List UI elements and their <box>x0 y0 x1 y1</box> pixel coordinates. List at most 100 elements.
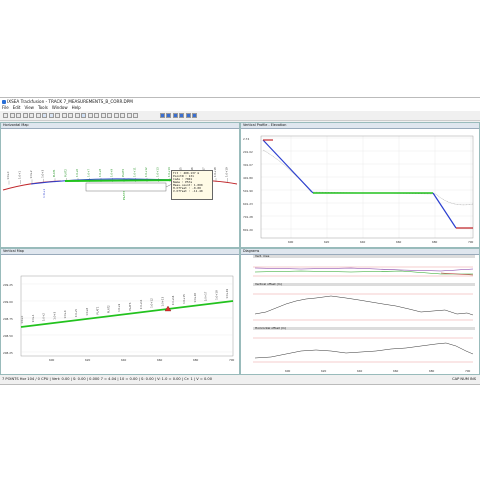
toolbar-button[interactable] <box>159 112 165 118</box>
toolbar-button[interactable] <box>107 112 112 118</box>
toolbar-button[interactable] <box>126 112 132 118</box>
toolbar-button[interactable] <box>42 112 47 118</box>
station-label: PLAT1 <box>96 306 100 314</box>
toolbar-button[interactable] <box>179 112 184 118</box>
station-label: 1:0+13 <box>160 297 164 307</box>
station-label: 1:0+0 <box>20 315 24 323</box>
toolbar-button[interactable] <box>113 112 119 118</box>
station-label: 1:0+6 <box>85 307 89 315</box>
x-tick-label: 700 <box>229 358 235 362</box>
x-tick-label: 640 <box>360 240 366 244</box>
diagram-2 <box>253 293 474 321</box>
toolbar-button[interactable] <box>35 112 41 118</box>
station-label: PLAT3 <box>128 302 132 310</box>
vertical-map-pane[interactable]: Vertical Map 1:0+0 1:0+1 1:0+2 1:0+3 1:0+4 1:… <box>0 248 240 375</box>
window-title: IXSEA Trackfusion - TRACK 7_MEASUREMENTS… <box>7 99 133 104</box>
station-label: 1:0+8 <box>98 169 102 177</box>
toolbar-button[interactable] <box>81 112 86 118</box>
station-label: 1:0+9 <box>110 169 114 177</box>
station-label: 1:0+2 <box>29 170 33 178</box>
diagram-3 <box>253 337 474 363</box>
y-tick-label: 501.90 <box>243 189 253 193</box>
vertical-profile-grid <box>260 135 474 239</box>
station-label: 1:0+7 <box>87 169 91 177</box>
y-tick-label: 201.02 <box>243 150 253 154</box>
x-tick-label: 600 <box>285 369 291 373</box>
toolbar-button[interactable] <box>166 112 171 118</box>
station-label: 1:0+14 <box>171 295 175 305</box>
toolbar-button[interactable] <box>133 112 138 118</box>
toolbar-button[interactable] <box>16 112 21 118</box>
station-label: 1:0+19 <box>225 167 229 177</box>
toolbar-button[interactable] <box>3 112 8 118</box>
station-label: 1:0+6 <box>75 169 79 177</box>
toolbar-button[interactable] <box>87 112 93 118</box>
x-tick-label: 700 <box>465 369 471 373</box>
y-tick-label: 2.74 <box>243 137 249 141</box>
x-tick-label: 600 <box>288 240 294 244</box>
status-bar: 7 POINTS Hor 104 / 0 CPU | Vert: 0.00 | … <box>0 375 480 384</box>
toolbar-button[interactable] <box>68 112 73 118</box>
selection-box <box>85 182 167 192</box>
station-label: PLAT2 <box>106 305 110 313</box>
svg-text:PLAT3: PLAT3 <box>122 191 126 200</box>
toolbar-button[interactable] <box>55 112 60 118</box>
vertical-profile-canvas[interactable]: 2.74 201.02 301.07 401.80 501.90 601.23 701.28… <box>241 128 479 247</box>
vertical-profile-pane[interactable]: Vertical Profile - Elevation 2.74 201.02 3… <box>240 122 480 248</box>
diagrams-pane[interactable]: Diagrams Vert. mes Vertical offset (m) H… <box>240 248 480 375</box>
station-label: 1:0+1 <box>31 314 35 322</box>
y-tick-label: 209.25 <box>3 283 13 287</box>
point-tooltip: Tit : 400.137 m PointN : 131 Code : 7001… <box>171 170 213 200</box>
toolbar-button[interactable] <box>120 112 125 118</box>
station-label: 1:0+12 <box>144 167 148 177</box>
toolbar <box>0 111 480 121</box>
y-tick-label: 401.80 <box>243 176 253 180</box>
toolbar-button[interactable] <box>94 112 99 118</box>
status-indicators: CAP NUM INS <box>452 377 476 381</box>
toolbar-button[interactable] <box>100 112 106 118</box>
x-tick-label: 680 <box>432 240 438 244</box>
y-tick-label: 209.00 <box>3 300 13 304</box>
toolbar-button[interactable] <box>192 112 197 118</box>
x-tick-label: 600 <box>49 358 55 362</box>
toolbar-button[interactable] <box>29 112 34 118</box>
station-label: 1:0+5 <box>74 309 78 317</box>
toolbar-button[interactable] <box>9 112 15 118</box>
y-tick-label: 208.75 <box>3 317 13 321</box>
toolbar-button[interactable] <box>22 112 28 118</box>
application-window: IXSEA Trackfusion - TRACK 7_MEASUREMENTS… <box>0 97 480 385</box>
toolbar-button[interactable] <box>185 112 191 118</box>
profile-curve-gray <box>262 149 474 206</box>
x-tick-label: 640 <box>357 369 363 373</box>
station-label: 1:0+3 <box>52 311 56 319</box>
toolbar-button[interactable] <box>172 112 178 118</box>
station-label: 1:0+11 <box>139 299 143 309</box>
station-label: 1:0+9 <box>117 303 121 311</box>
station-label: 1:0+18 <box>213 167 217 177</box>
x-tick-label: 680 <box>429 369 435 373</box>
y-tick-label: 208.50 <box>3 334 13 338</box>
x-tick-label: 700 <box>468 240 474 244</box>
status-text: 7 POINTS Hor 104 / 0 CPU | Vert: 0.00 | … <box>2 377 213 381</box>
x-tick-label: 660 <box>396 240 402 244</box>
station-label: 1:0+12 <box>150 298 154 308</box>
station-label: PLAT1 <box>52 169 56 177</box>
x-tick-label: 640 <box>121 358 127 362</box>
diagram-1 <box>253 266 474 277</box>
toolbar-button[interactable] <box>61 112 67 118</box>
profile-ramp-left <box>262 139 314 194</box>
y-tick-label: 801.20 <box>243 228 253 232</box>
horizontal-map-pane[interactable]: Horizontal Map 1:0+0 1:0+1 1:0+2 1:0+3 PLAT1… <box>0 122 240 248</box>
station-label: 1:0+19 <box>225 289 229 299</box>
station-label: 1:0+18 <box>214 290 218 300</box>
station-label: 1:0+0 <box>6 171 10 179</box>
toolbar-button[interactable] <box>48 112 54 118</box>
vertical-map-canvas[interactable]: 1:0+0 1:0+1 1:0+2 1:0+3 1:0+4 1:0+5 1:0+6 PLAT1… <box>1 254 239 374</box>
station-label: 1:0+1 <box>18 171 22 179</box>
station-label: 1:0+15 <box>182 294 186 304</box>
tooltip-line: V.Offset : -11.40 <box>173 189 203 194</box>
toolbar-button[interactable] <box>74 112 80 118</box>
x-tick-label: 680 <box>193 358 199 362</box>
diagrams-canvas[interactable]: 600 620 640 660 680 700 <box>241 254 479 374</box>
y-tick-label: 208.25 <box>3 351 13 355</box>
